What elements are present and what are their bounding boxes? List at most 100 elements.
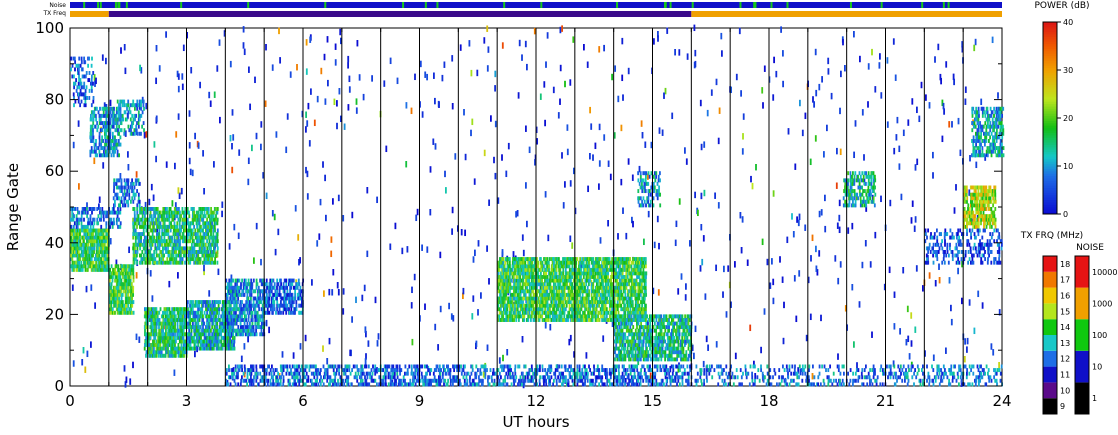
echo-cell	[837, 277, 840, 285]
echo-cell	[934, 280, 937, 287]
echo-cell	[237, 325, 240, 330]
echo-cell	[89, 153, 92, 158]
echo-cell	[199, 260, 202, 265]
echo-cell	[813, 101, 816, 108]
echo-cell	[230, 307, 233, 312]
echo-cell	[138, 117, 141, 122]
echo-cell	[631, 174, 634, 181]
echo-cell	[434, 97, 436, 105]
echo-cell	[121, 300, 124, 305]
echo-cell	[176, 260, 179, 265]
echo-cell	[559, 267, 562, 272]
echo-cell	[197, 242, 199, 247]
echo-cell	[271, 210, 274, 217]
echo-cell	[950, 318, 953, 326]
echo-cell	[643, 238, 645, 246]
echo-cell	[286, 289, 289, 294]
echo-cell	[207, 207, 210, 211]
echo-cell	[130, 199, 132, 204]
echo-cell	[470, 129, 472, 137]
echo-cell	[92, 71, 95, 75]
echo-cell	[216, 321, 219, 326]
echo-cell	[118, 103, 120, 108]
echo-cell	[243, 321, 246, 326]
echo-cell	[81, 74, 84, 79]
echo-cell	[169, 353, 172, 358]
echo-cell	[188, 110, 191, 117]
echo-cell	[255, 328, 258, 333]
echo-cell	[203, 300, 206, 305]
echo-cell	[181, 310, 184, 315]
echo-cell	[549, 324, 552, 331]
echo-cell	[501, 249, 504, 256]
echo-cell	[920, 81, 923, 89]
echo-cell	[546, 275, 549, 279]
echo-cell	[139, 64, 142, 72]
echo-cell	[424, 303, 426, 310]
echo-cell	[74, 81, 77, 86]
echo-cell	[140, 239, 143, 244]
echo-cell	[180, 343, 183, 347]
echo-cell	[116, 192, 119, 197]
echo-cell	[545, 61, 547, 68]
echo-cell	[290, 285, 293, 290]
echo-cell	[229, 335, 232, 340]
echo-cell	[182, 335, 185, 340]
echo-cell	[796, 216, 799, 223]
echo-cell	[98, 135, 101, 140]
echo-cell	[355, 98, 358, 105]
echo-cell	[106, 253, 109, 258]
echo-cell	[99, 207, 101, 211]
echo-cell	[127, 99, 130, 104]
echo-cell	[158, 232, 161, 237]
echo-cell	[824, 194, 826, 202]
echo-cell	[448, 302, 451, 310]
echo-cell	[145, 207, 148, 211]
echo-cell	[256, 282, 259, 287]
echo-cell	[129, 278, 132, 283]
echo-cell	[815, 89, 818, 97]
echo-cell	[992, 349, 995, 356]
echo-cell	[167, 228, 170, 233]
echo-cell	[102, 257, 105, 262]
echo-cell	[100, 217, 103, 222]
echo-cell	[84, 207, 87, 211]
echo-cell	[215, 214, 217, 219]
echo-cell	[206, 239, 209, 244]
echo-cell	[361, 294, 364, 302]
echo-cell	[101, 253, 104, 258]
echo-cell	[260, 300, 263, 305]
echo-cell	[132, 221, 135, 226]
echo-cell	[541, 314, 544, 319]
echo-cell	[132, 361, 134, 369]
echo-cell	[564, 181, 566, 188]
echo-cell	[90, 103, 93, 108]
echo-cell	[145, 343, 147, 347]
echo-cell	[347, 55, 350, 63]
echo-cell	[78, 183, 80, 190]
echo-cell	[84, 264, 87, 269]
echo-cell	[928, 272, 931, 279]
echo-cell	[792, 231, 795, 238]
echo-cell	[138, 99, 141, 104]
echo-cell	[112, 217, 115, 222]
echo-cell	[160, 235, 163, 240]
echo-cell	[234, 307, 237, 312]
echo-cell	[87, 63, 90, 68]
echo-cell	[342, 215, 345, 222]
echo-cell	[204, 328, 207, 333]
echo-cell	[197, 142, 200, 149]
echo-cell	[85, 285, 88, 293]
echo-cell	[206, 310, 209, 315]
echo-cell	[202, 332, 205, 337]
echo-cell	[110, 139, 113, 143]
echo-cell	[122, 103, 124, 108]
echo-cell	[213, 224, 216, 229]
echo-cell	[212, 321, 215, 326]
echo-cell	[177, 314, 180, 319]
echo-cell	[184, 224, 187, 229]
echo-cell	[255, 222, 258, 230]
echo-cell	[772, 297, 775, 305]
echo-cell	[177, 353, 180, 358]
echo-cell	[517, 289, 520, 294]
